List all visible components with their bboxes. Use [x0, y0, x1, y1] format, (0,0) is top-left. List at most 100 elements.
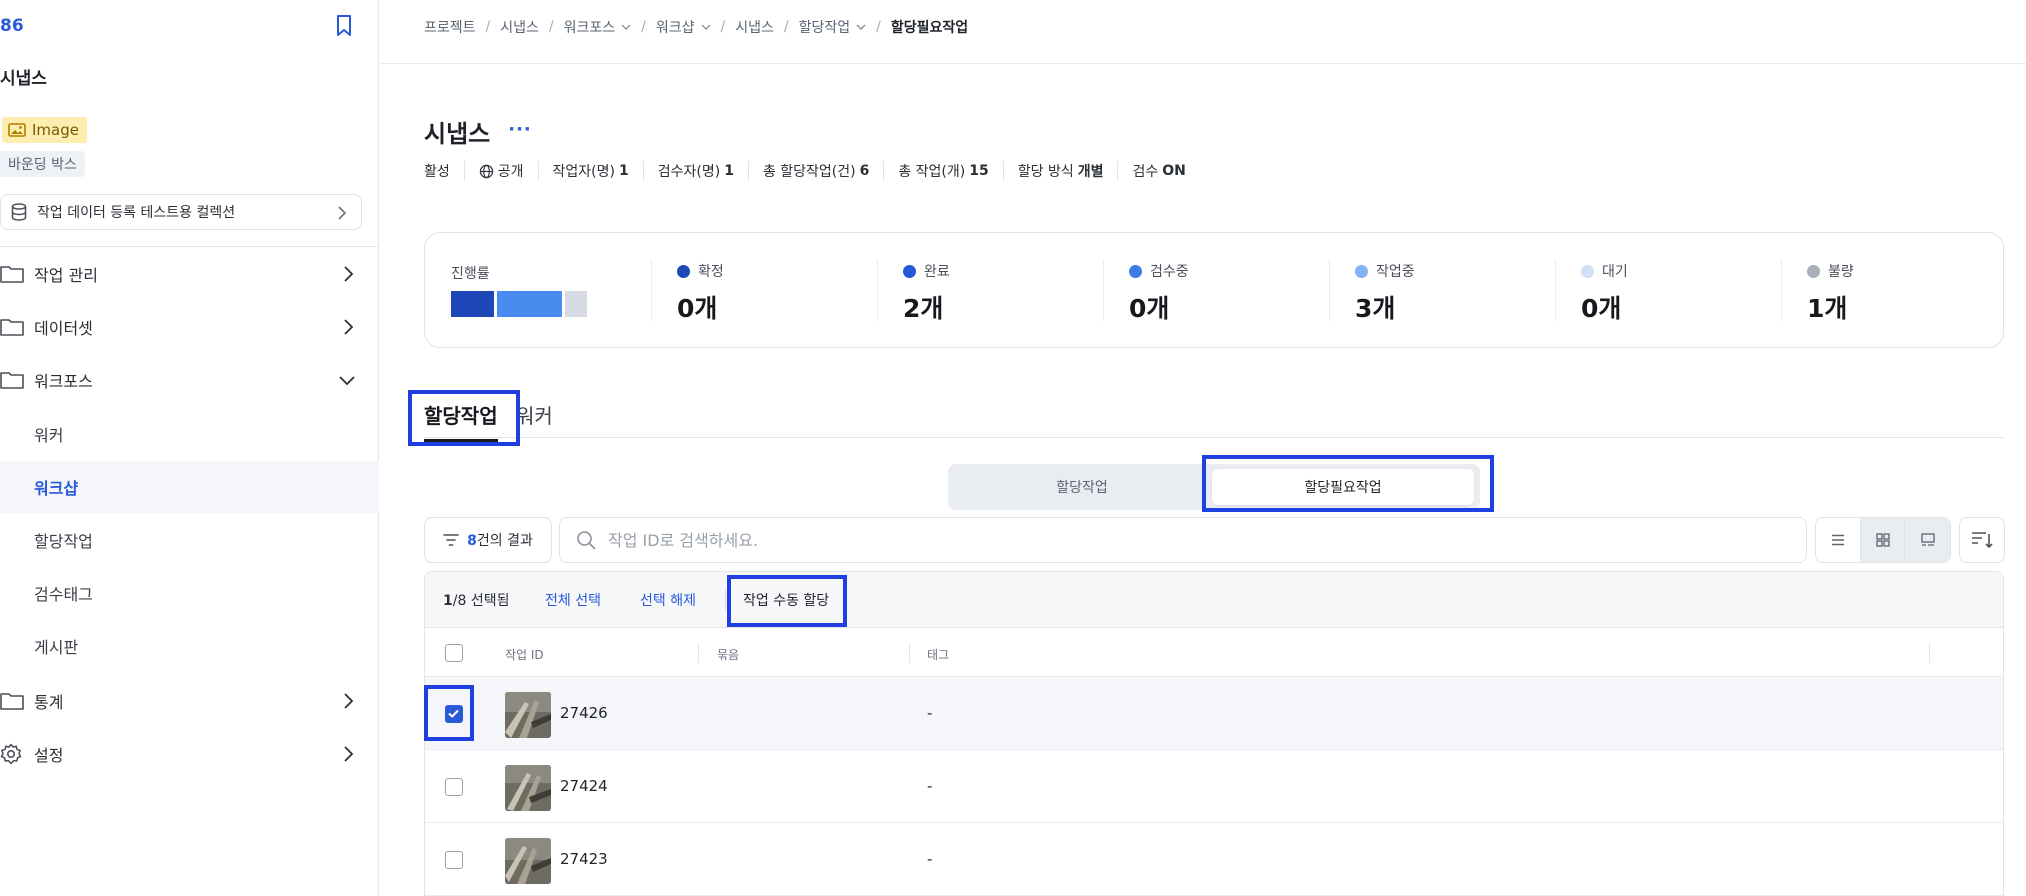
status-dot: [1807, 264, 1820, 278]
collection-label: 작업 데이터 등록 테스트용 컬렉션: [37, 205, 236, 221]
breadcrumb-item[interactable]: 시냅스: [500, 17, 539, 37]
nav-label: 설정: [34, 746, 64, 765]
nav-label: 데이터셋: [34, 319, 93, 338]
deselect-link[interactable]: 선택 해제: [640, 590, 696, 610]
meta-visibility: 공개: [463, 161, 538, 181]
collection-selector[interactable]: 작업 데이터 등록 테스트용 컬렉션: [0, 194, 362, 230]
table-row[interactable]: 27423 -: [425, 824, 2003, 896]
manual-assign-button[interactable]: 작업 수동 할당: [743, 590, 829, 610]
folder-icon: [0, 693, 24, 710]
status-dot: [903, 264, 916, 278]
sort-button[interactable]: [1959, 517, 2005, 563]
select-all-link[interactable]: 전체 선택: [545, 590, 601, 610]
result-count: 8: [467, 533, 477, 549]
chevron-down-icon: [339, 376, 355, 386]
page-title: 시냅스 ···: [424, 114, 532, 149]
task-thumbnail: [505, 838, 551, 884]
table-row[interactable]: 27426 -: [425, 678, 2003, 750]
meta-total: 총 작업(개) 15: [883, 161, 1002, 181]
row-checkbox[interactable]: [445, 851, 463, 869]
task-tag: -: [927, 850, 933, 868]
breadcrumb-item-dropdown[interactable]: 워크샵: [656, 17, 711, 37]
thumbnail-image: [505, 692, 551, 738]
progress-label: 진행률: [451, 266, 490, 282]
task-id: 27424: [560, 777, 608, 795]
check-icon: [448, 709, 459, 718]
sidebar-divider: [0, 246, 379, 247]
sidebar-item-worker[interactable]: 워커: [0, 408, 379, 460]
breadcrumb: 프로젝트 / 시냅스 / 워크포스 / 워크샵 / 시냅스 / 할당작업 / 할…: [424, 17, 969, 37]
nav-settings[interactable]: 설정: [0, 729, 379, 779]
stat-defective: 불량 1개: [1807, 264, 1854, 323]
meta-assigned: 총 할당작업(건) 6: [747, 161, 883, 181]
more-options-button[interactable]: ···: [508, 119, 532, 140]
tab-bar: 할당작업 워커: [424, 392, 2004, 442]
chevron-down-icon: [701, 24, 710, 30]
breadcrumb-item-dropdown[interactable]: 할당작업: [799, 17, 867, 37]
list-icon: [1831, 534, 1844, 546]
sort-icon: [1972, 532, 1993, 549]
progress-segment: [451, 291, 494, 317]
chevron-down-icon: [856, 24, 866, 30]
sidebar-item-workshop[interactable]: 워크샵: [0, 461, 379, 513]
project-id: 86: [0, 16, 24, 36]
row-checkbox[interactable]: [445, 705, 463, 723]
sidebar-item-review-tags[interactable]: 검수태그: [0, 567, 379, 619]
breadcrumb-item[interactable]: 시냅스: [735, 17, 774, 37]
list-view-button[interactable]: [1816, 518, 1861, 562]
nav-workforce[interactable]: 워크포스: [0, 355, 379, 405]
meta-workers: 작업자(명) 1: [537, 161, 643, 181]
nav-label: 통계: [34, 693, 64, 712]
sidebar-item-assigned-tasks[interactable]: 할당작업: [0, 514, 379, 566]
progress-segment: [565, 291, 587, 317]
breadcrumb-label: 워크포스: [563, 20, 616, 36]
breadcrumb-current: 할당필요작업: [890, 20, 969, 36]
folder-icon: [0, 266, 24, 283]
gallery-view-button[interactable]: [1905, 518, 1950, 562]
nav-statistics[interactable]: 통계: [0, 676, 379, 726]
chevron-down-icon: [621, 24, 631, 30]
stat-completed: 완료 2개: [903, 264, 950, 323]
status-dot: [677, 264, 690, 278]
row-checkbox[interactable]: [445, 778, 463, 796]
chevron-right-icon: [338, 206, 347, 220]
table-row[interactable]: 27424 -: [425, 751, 2003, 823]
task-tag: -: [927, 777, 933, 795]
nav-label: 워크포스: [34, 372, 93, 391]
gear-icon: [0, 743, 22, 765]
nav-dataset[interactable]: 데이터셋: [0, 302, 379, 352]
image-type-badge: Image: [2, 117, 87, 143]
search-input[interactable]: [608, 530, 1758, 550]
breadcrumb-item-dropdown[interactable]: 워크포스: [564, 17, 632, 37]
status-dot: [1129, 264, 1142, 278]
project-title: 시냅스: [0, 69, 47, 89]
selection-bar: 1/8 선택됨 전체 선택 선택 해제 작업 수동 할당: [425, 572, 2003, 628]
segmented-control: 할당작업 할당필요작업: [948, 464, 1480, 510]
task-tag: -: [927, 704, 933, 722]
thumbnail-image: [505, 838, 551, 884]
task-id: 27423: [560, 850, 608, 868]
chevron-right-icon: [344, 319, 354, 335]
nav-label: 작업 관리: [34, 266, 98, 285]
selection-count: 1/8 선택됨: [443, 592, 510, 609]
main-content: 프로젝트 / 시냅스 / 워크포스 / 워크샵 / 시냅스 / 할당작업 / 할…: [380, 0, 2026, 896]
view-mode-group: [1815, 517, 1951, 563]
breadcrumb-label: 할당작업: [798, 20, 851, 36]
globe-icon: [479, 164, 493, 178]
nav-task-management[interactable]: 작업 관리: [0, 249, 379, 299]
segment-assigned[interactable]: 할당작업: [954, 469, 1210, 505]
tab-workers[interactable]: 워커: [516, 400, 553, 439]
segment-needs-assignment[interactable]: 할당필요작업: [1212, 469, 1474, 505]
select-all-checkbox[interactable]: [445, 644, 463, 662]
page-title-text: 시냅스: [424, 120, 491, 148]
breadcrumb-item[interactable]: 프로젝트: [424, 17, 476, 37]
grid-view-button[interactable]: [1860, 518, 1906, 562]
filter-button[interactable]: 8건의 결과: [424, 517, 552, 563]
status-dot: [1581, 264, 1594, 278]
tab-assigned-tasks[interactable]: 할당작업: [424, 400, 498, 442]
task-table: 1/8 선택됨 전체 선택 선택 해제 작업 수동 할당 작업 ID 묶음 태그: [424, 571, 2004, 896]
header-divider: [380, 63, 2026, 64]
stat-confirmed: 확정 0개: [677, 264, 724, 323]
bookmark-icon[interactable]: [334, 14, 354, 38]
sidebar-item-board[interactable]: 게시판: [0, 620, 379, 672]
